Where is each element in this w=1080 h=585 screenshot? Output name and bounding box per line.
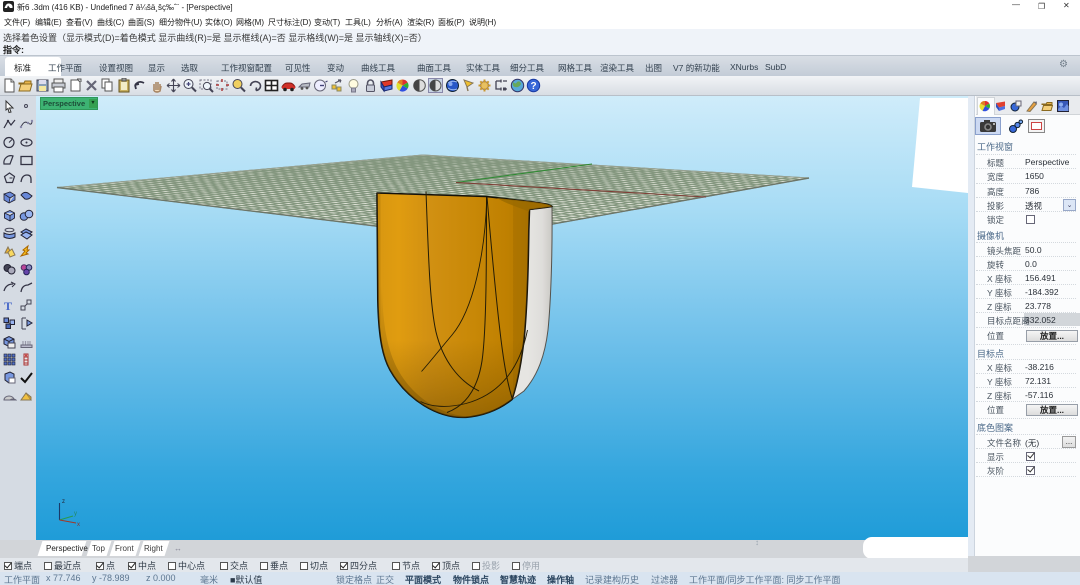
svg-text:z: z — [62, 499, 65, 505]
svg-text:T: T — [4, 299, 12, 313]
svg-text:y: y — [74, 511, 77, 517]
svg-text:?: ? — [530, 81, 536, 92]
svg-text:x: x — [77, 522, 80, 528]
